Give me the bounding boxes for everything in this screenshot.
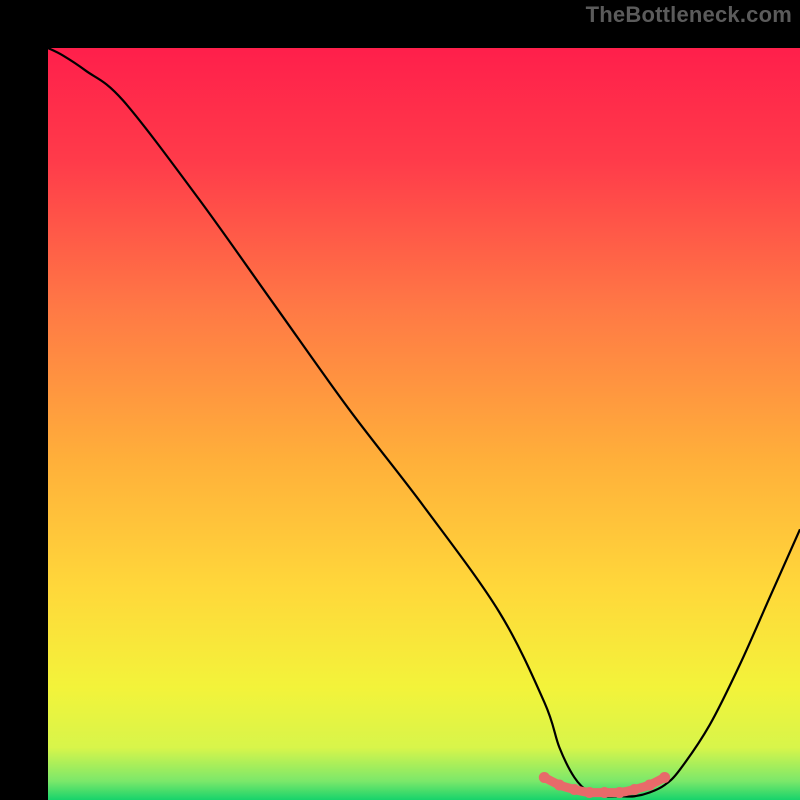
minimum-highlight-dot — [614, 787, 625, 798]
watermark-text: TheBottleneck.com — [586, 2, 792, 28]
minimum-highlight-dot — [599, 787, 610, 798]
bottleneck-chart — [48, 48, 800, 800]
chart-frame — [24, 24, 776, 776]
minimum-highlight-dot — [554, 779, 565, 790]
minimum-highlight-dot — [584, 787, 595, 798]
minimum-highlight-dot — [644, 779, 655, 790]
minimum-highlight-dot — [629, 784, 640, 795]
chart-background — [48, 48, 800, 800]
minimum-highlight-dot — [569, 784, 580, 795]
minimum-highlight-dot — [539, 772, 550, 783]
minimum-highlight-dot — [659, 772, 670, 783]
